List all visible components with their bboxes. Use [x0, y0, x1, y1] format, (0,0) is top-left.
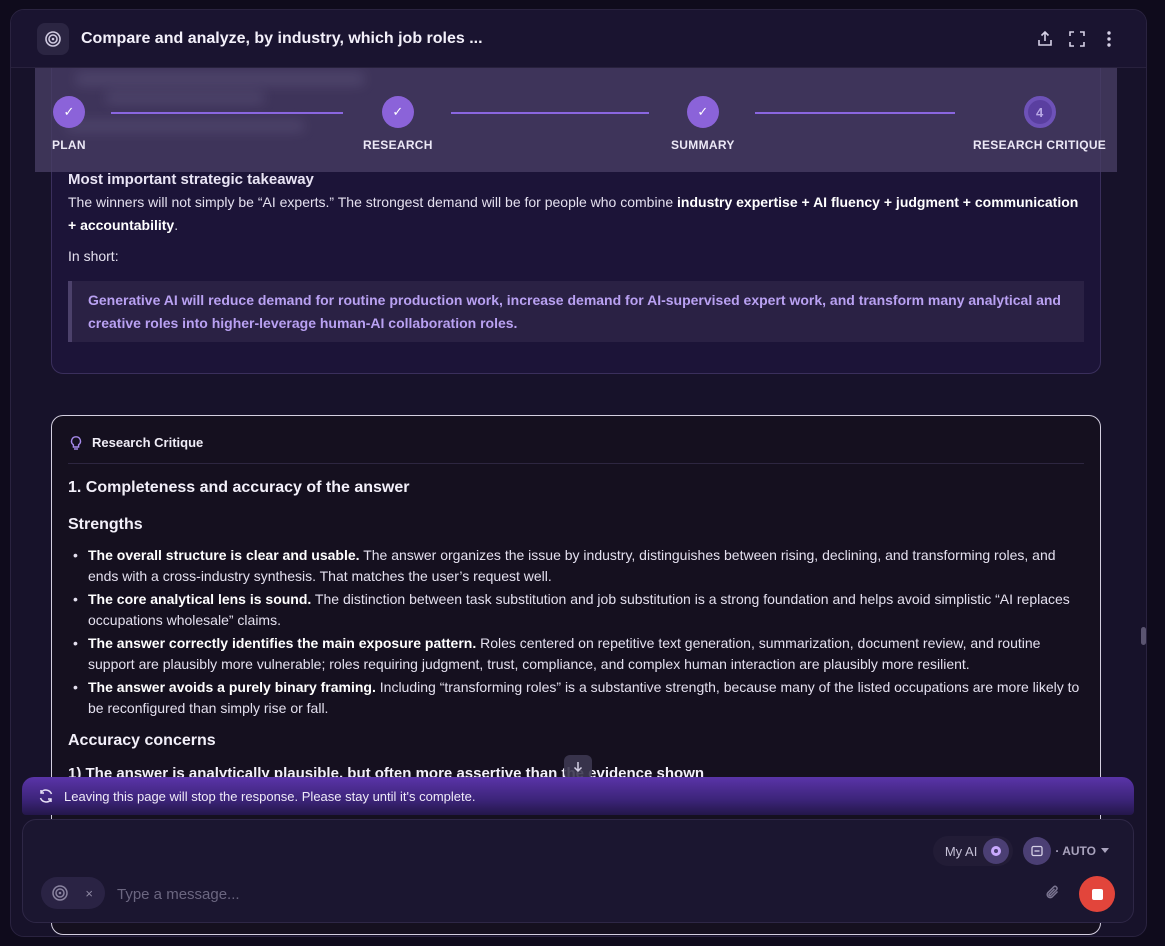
banner-text: Leaving this page will stop the response…	[64, 788, 476, 804]
model-selector: My AI · AUTO	[932, 836, 1109, 866]
check-icon: ✓	[686, 96, 719, 128]
scrollbar-thumb[interactable]	[1141, 627, 1146, 645]
takeaway-paragraph: The winners will not simply be “AI exper…	[68, 194, 1079, 233]
app-logo-icon	[37, 22, 69, 55]
blurred-text	[65, 120, 305, 132]
critique-card-title: Research Critique	[92, 435, 204, 450]
takeaway-heading: Most important strategic takeaway	[68, 171, 314, 188]
blurred-text	[75, 72, 365, 86]
step-connector	[451, 112, 649, 114]
lightbulb-icon	[68, 435, 84, 451]
step-research-critique: 4 RESEARCH CRITIQUE	[973, 96, 1106, 152]
in-short-label: In short:	[68, 248, 119, 264]
deep-research-icon	[51, 884, 69, 902]
progress-stepper: ✓ PLAN ✓ RESEARCH ✓ SUMMARY 4 RESEARCH C…	[35, 68, 1117, 172]
list-item: The overall structure is clear and usabl…	[68, 545, 1088, 586]
check-icon: ✓	[381, 96, 414, 128]
list-item: The answer correctly identifies the main…	[68, 633, 1088, 674]
chat-header: Compare and analyze, by industry, which …	[11, 10, 1146, 68]
step-research: ✓ RESEARCH	[363, 96, 433, 152]
share-icon[interactable]	[1034, 28, 1056, 50]
accuracy-heading: Accuracy concerns	[68, 732, 216, 749]
chevron-down-icon	[1101, 848, 1109, 854]
scroll-down-button[interactable]	[564, 755, 592, 779]
list-item: The core analytical lens is sound. The d…	[68, 589, 1088, 630]
step-plan: ✓ PLAN	[52, 96, 86, 152]
message-input[interactable]	[117, 880, 1017, 908]
step-summary: ✓ SUMMARY	[671, 96, 735, 152]
my-ai-button[interactable]: My AI	[932, 836, 1014, 866]
more-icon[interactable]	[1098, 28, 1120, 50]
stay-on-page-banner: Leaving this page will stop the response…	[22, 777, 1134, 815]
chat-title: Compare and analyze, by industry, which …	[81, 29, 483, 47]
stop-generation-button[interactable]	[1079, 876, 1115, 912]
step-connector	[755, 112, 955, 114]
strengths-heading: Strengths	[68, 516, 143, 533]
section-heading: 1. Completeness and accuracy of the answ…	[68, 479, 410, 496]
auto-model-dropdown[interactable]: · AUTO	[1023, 837, 1109, 865]
my-ai-icon	[983, 838, 1010, 864]
summary-quote: Generative AI will reduce demand for rou…	[68, 281, 1084, 342]
remove-tool-button[interactable]: ×	[85, 886, 93, 901]
step-number: 4	[1023, 96, 1056, 128]
stop-icon	[1091, 888, 1103, 900]
paperclip-icon[interactable]	[1043, 883, 1063, 903]
list-item: The answer avoids a purely binary framin…	[68, 677, 1088, 718]
expand-icon[interactable]	[1066, 28, 1088, 50]
strengths-list: The overall structure is clear and usabl…	[68, 545, 1088, 721]
blurred-text	[105, 92, 265, 104]
selected-tool-chip[interactable]: ×	[41, 877, 105, 909]
message-composer: My AI · AUTO ×	[22, 819, 1134, 923]
step-connector	[111, 112, 343, 114]
loading-spinner-icon	[38, 788, 54, 804]
critique-card-header: Research Critique	[68, 432, 1084, 464]
model-icon	[1023, 837, 1052, 865]
check-icon: ✓	[52, 96, 85, 128]
